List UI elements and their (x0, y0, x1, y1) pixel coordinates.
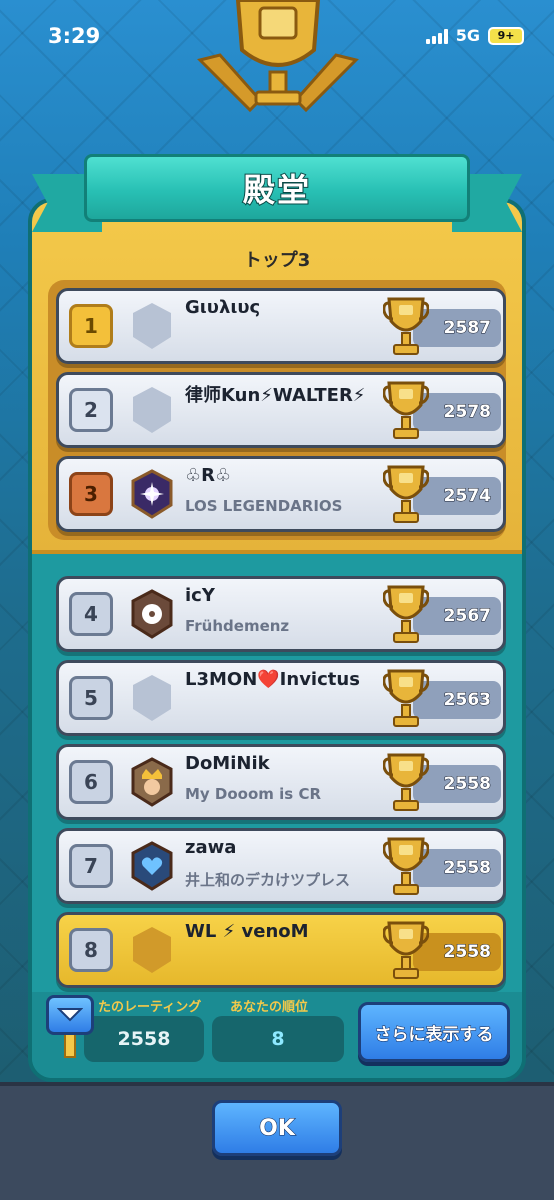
rank-badge: 2 (69, 388, 113, 432)
toggle-stem (64, 1032, 76, 1058)
rank-value: 8 (212, 1016, 344, 1062)
trophy-icon (383, 585, 429, 643)
clan-name: 井上和のデカけツプレス (185, 871, 351, 889)
player-name: Gιυλιυς (185, 297, 261, 318)
leaderboard-row[interactable]: 1 Gιυλιυς 2587 (56, 288, 506, 364)
rank-badge: 7 (69, 844, 113, 888)
leaderboard-row[interactable]: 4 icY Frühdemenz 2567 (56, 576, 506, 652)
leaderboard-row[interactable]: 7 zawa 井上和のデカけツプレス 2558 (56, 828, 506, 904)
empty-badge-icon (133, 675, 171, 721)
empty-badge-icon (133, 303, 171, 349)
rank-badge: 1 (69, 304, 113, 348)
status-indicators: 5G 9+ (425, 26, 524, 45)
clan-name: LOS LEGENDARIOS (185, 497, 343, 515)
current-player-row[interactable]: 8 WL ⚡ venoM 2558 (56, 912, 506, 988)
player-name: WL ⚡ venoM (185, 921, 309, 942)
clan-name: Frühdemenz (185, 617, 290, 635)
flower-badge-icon (131, 589, 173, 639)
trophy-icon (383, 837, 429, 895)
player-name: DoMiNik (185, 753, 270, 774)
leaderboard-row[interactable]: 2 律师Kun⚡WALTER⚡ 2578 (56, 372, 506, 448)
clan-name: My Dooom is CR (185, 785, 321, 803)
king-badge-icon (131, 757, 173, 807)
leaderboard-row[interactable]: 6 DoMiNik My Dooom is CR 2558 (56, 744, 506, 820)
trophy-icon (383, 753, 429, 811)
leaderboard-row[interactable]: 5 L3MON❤️Invictus 2563 (56, 660, 506, 736)
rank-badge: 4 (69, 592, 113, 636)
heart-badge-icon (131, 841, 173, 891)
rank-badge: 3 (69, 472, 113, 516)
trophy-icon (383, 921, 429, 979)
rank-badge: 5 (69, 676, 113, 720)
trophy-icon (383, 297, 429, 355)
ribbon-main: 殿堂 (84, 154, 470, 222)
player-name: icY (185, 585, 215, 606)
page-title: 殿堂 (242, 170, 311, 210)
chevron-down-icon (57, 1008, 83, 1022)
purple-star-badge-icon (131, 469, 173, 519)
ok-button[interactable]: OK (212, 1100, 342, 1156)
empty-badge-icon (133, 387, 171, 433)
player-name: L3MON❤️Invictus (185, 669, 360, 690)
trophy-emblem-icon (197, 0, 359, 113)
empty-badge-icon (133, 927, 171, 973)
leaderboard-panel: トップ3 1 Gιυλιυς 2587 2 律师Kun⚡WALTER⚡ 2578… (28, 198, 526, 1082)
bottom-bar: OK (0, 1082, 554, 1200)
rating-value: 2558 (84, 1016, 204, 1062)
rating-label: たのレーティング (98, 1000, 202, 1015)
title-ribbon: 殿堂 (32, 150, 522, 232)
rank-badge: 6 (69, 760, 113, 804)
leaderboard-row[interactable]: 3 ♧R♧ LOS LEGENDARIOS 2574 (56, 456, 506, 532)
top3-label: トップ3 (243, 250, 311, 271)
trophy-icon (383, 381, 429, 439)
collapse-toggle-button[interactable] (46, 995, 94, 1035)
player-name: zawa (185, 837, 237, 858)
network-label: 5G (455, 26, 480, 45)
trophy-icon (383, 465, 429, 523)
trophy-icon (383, 669, 429, 727)
rank-label: あなたの順位 (230, 1000, 309, 1015)
battery-icon: 9+ (488, 26, 524, 45)
show-more-button[interactable]: さらに表示する (358, 1002, 510, 1062)
player-name: ♧R♧ (185, 465, 232, 486)
rank-badge: 8 (69, 928, 113, 972)
status-time: 3:29 (48, 24, 101, 48)
signal-icon (425, 28, 448, 44)
player-name: 律师Kun⚡WALTER⚡ (185, 385, 366, 406)
